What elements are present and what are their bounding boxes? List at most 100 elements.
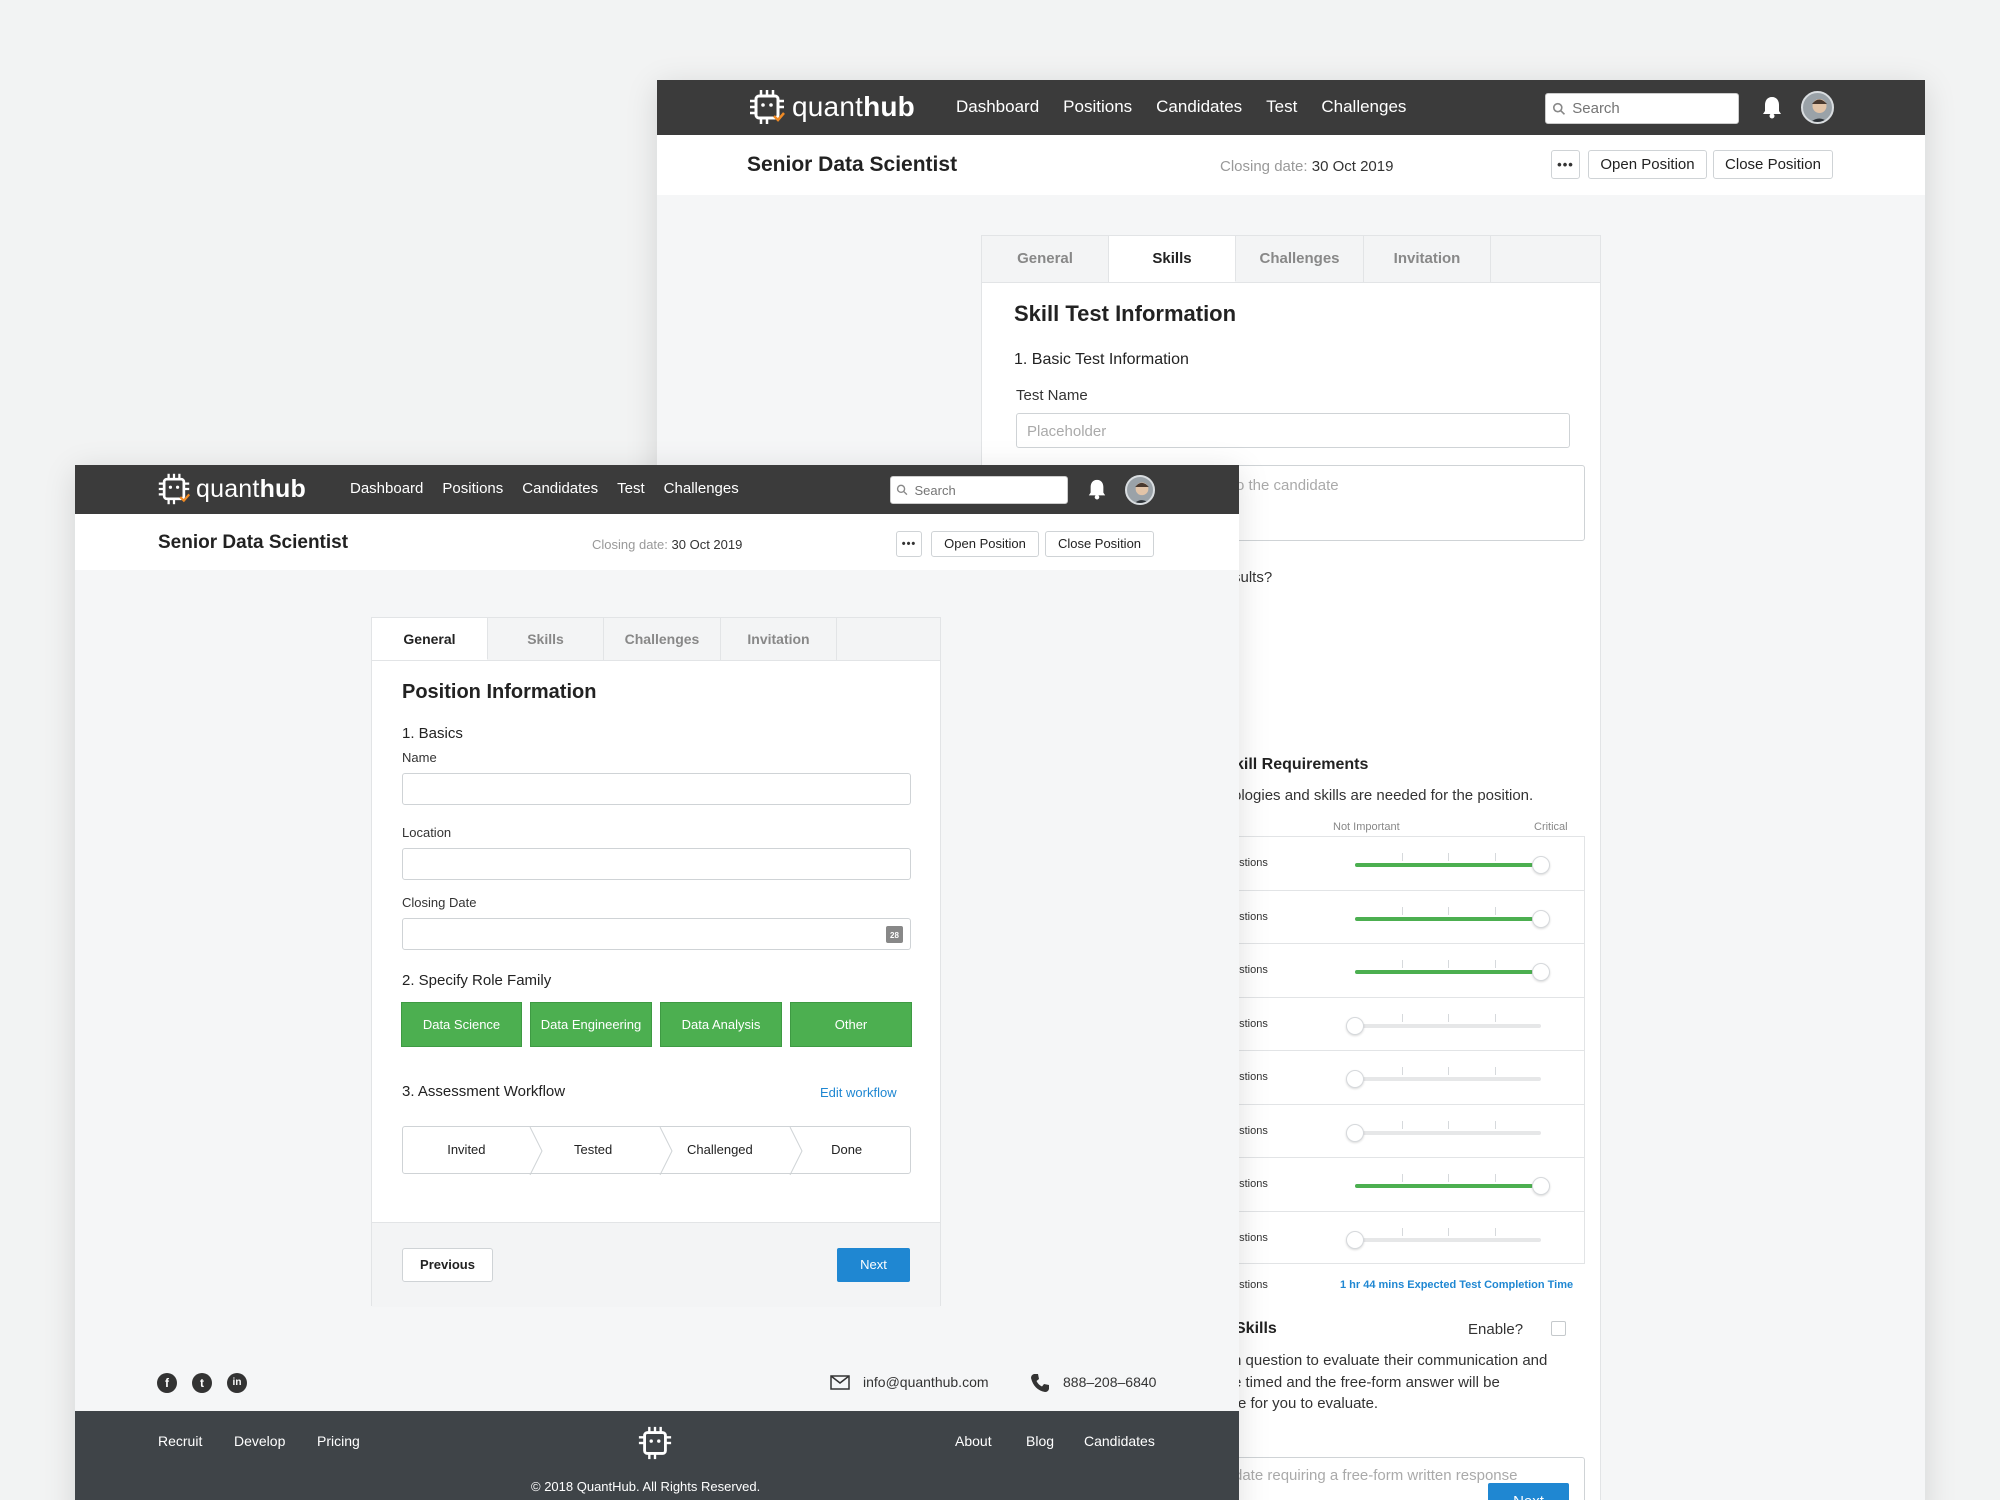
search-box[interactable]: [890, 476, 1068, 504]
footer-link-candidates[interactable]: Candidates: [1084, 1433, 1155, 1449]
open-position-button[interactable]: Open Position: [1588, 150, 1707, 179]
skill-slider[interactable]: [1355, 906, 1550, 928]
skill-slider[interactable]: [1346, 1067, 1541, 1088]
twitter-icon[interactable]: t: [192, 1373, 212, 1393]
skill-slider[interactable]: [1346, 1013, 1541, 1035]
avatar[interactable]: [1801, 91, 1834, 124]
more-options-button[interactable]: •••: [1551, 150, 1580, 179]
nav-positions[interactable]: Positions: [442, 480, 503, 497]
search-icon: [896, 484, 908, 496]
tab-invitation[interactable]: Invitation: [1364, 236, 1491, 282]
slider-tick: [1448, 906, 1449, 915]
footer-link-blog[interactable]: Blog: [1026, 1433, 1054, 1449]
slider-fill: [1355, 1184, 1533, 1188]
role-family-heading: 2. Specify Role Family: [402, 972, 552, 989]
instructions-textarea[interactable]: o the candidate: [1221, 465, 1585, 541]
tab-skills[interactable]: Skills: [1109, 236, 1236, 282]
slider-handle[interactable]: [1346, 1070, 1364, 1088]
footer-link-about[interactable]: About: [955, 1433, 992, 1449]
role-data-science[interactable]: Data Science: [401, 1002, 522, 1047]
skill-slider[interactable]: [1346, 1120, 1541, 1142]
skill-slider[interactable]: [1346, 1227, 1541, 1249]
nav-challenges[interactable]: Challenges: [1321, 97, 1406, 117]
tab-challenges[interactable]: Challenges: [1236, 236, 1364, 282]
skill-slider[interactable]: [1355, 853, 1550, 874]
basic-test-heading: 1. Basic Test Information: [1014, 351, 1189, 368]
top-nav: quanthub Dashboard Positions Candidates …: [75, 465, 1239, 514]
footer-link-recruit[interactable]: Recruit: [158, 1433, 202, 1449]
previous-button[interactable]: Previous: [402, 1248, 493, 1282]
skill-slider[interactable]: [1355, 960, 1550, 981]
tab-bar: General Skills Challenges Invitation: [982, 236, 1600, 283]
skill-row: estions: [1221, 1105, 1585, 1158]
role-data-analysis[interactable]: Data Analysis: [660, 1002, 782, 1047]
test-name-input[interactable]: Placeholder: [1016, 413, 1570, 448]
slider-handle[interactable]: [1532, 1177, 1550, 1195]
footer-email[interactable]: info@quanthub.com: [863, 1374, 989, 1390]
close-position-button[interactable]: Close Position: [1045, 531, 1154, 557]
nav-challenges[interactable]: Challenges: [664, 480, 739, 497]
role-other[interactable]: Other: [790, 1002, 912, 1047]
role-data-engineering[interactable]: Data Engineering: [530, 1002, 652, 1047]
test-name-placeholder: Placeholder: [1027, 423, 1107, 440]
name-input[interactable]: [402, 773, 911, 805]
general-card: General Skills Challenges Invitation Pos…: [371, 617, 941, 1307]
facebook-icon[interactable]: f: [157, 1373, 177, 1393]
logo[interactable]: quanthub: [748, 88, 915, 126]
slider-tick: [1401, 1120, 1403, 1129]
slider-handle[interactable]: [1532, 963, 1550, 981]
avatar[interactable]: [1125, 475, 1155, 505]
workflow-step-tested: Tested: [573, 1142, 613, 1157]
slider-handle[interactable]: [1346, 1123, 1364, 1142]
closing-date-input[interactable]: 28: [402, 918, 911, 950]
tab-invitation[interactable]: Invitation: [721, 618, 837, 660]
nav-test[interactable]: Test: [617, 480, 645, 497]
nav-dashboard[interactable]: Dashboard: [956, 97, 1039, 117]
slider-handle[interactable]: [1532, 909, 1550, 928]
tab-bar: General Skills Challenges Invitation: [372, 618, 940, 661]
search-box[interactable]: [1545, 93, 1739, 124]
logo[interactable]: quanthub: [157, 472, 306, 506]
name-label: Name: [402, 750, 437, 765]
test-name-label: Test Name: [1016, 387, 1088, 404]
calendar-icon[interactable]: 28: [886, 926, 903, 943]
nav-positions[interactable]: Positions: [1063, 97, 1132, 117]
bell-icon[interactable]: [1761, 95, 1783, 119]
search-input[interactable]: [914, 482, 1067, 498]
user-avatar-icon: [1810, 99, 1828, 122]
tab-general[interactable]: General: [982, 236, 1109, 282]
slider-handle[interactable]: [1532, 856, 1550, 874]
nav-candidates[interactable]: Candidates: [1156, 97, 1242, 117]
basics-heading: 1. Basics: [402, 725, 463, 742]
closing-date: Closing date: 30 Oct 2019: [1220, 158, 1394, 175]
skill-row: estions: [1221, 837, 1585, 891]
footer-link-pricing[interactable]: Pricing: [317, 1433, 360, 1449]
chip-logo-icon: [158, 473, 191, 505]
slider-handle[interactable]: [1346, 1016, 1364, 1035]
more-options-button[interactable]: •••: [896, 531, 922, 557]
linkedin-icon[interactable]: in: [227, 1373, 247, 1393]
tab-challenges[interactable]: Challenges: [604, 618, 721, 660]
general-window: quanthub Dashboard Positions Candidates …: [75, 465, 1239, 1500]
close-position-button[interactable]: Close Position: [1713, 150, 1833, 179]
skill-slider[interactable]: [1355, 1174, 1550, 1195]
slider-tick: [1494, 906, 1496, 915]
tab-general[interactable]: General: [372, 618, 488, 660]
nav-candidates[interactable]: Candidates: [522, 480, 598, 497]
skills-next-button[interactable]: Next: [1488, 1483, 1569, 1500]
bell-icon[interactable]: [1087, 478, 1107, 500]
next-button[interactable]: Next: [837, 1248, 910, 1282]
open-position-button[interactable]: Open Position: [931, 531, 1039, 557]
slider-handle[interactable]: [1346, 1230, 1364, 1249]
location-input[interactable]: [402, 848, 911, 880]
footer-link-develop[interactable]: Develop: [234, 1433, 285, 1449]
footer-phone[interactable]: 888–208–6840: [1063, 1374, 1156, 1390]
section-heading: Position Information: [402, 681, 597, 703]
nav-test[interactable]: Test: [1266, 97, 1297, 117]
search-input[interactable]: [1572, 100, 1738, 117]
slider-fill: [1355, 863, 1533, 867]
tab-skills[interactable]: Skills: [488, 618, 604, 660]
enable-checkbox[interactable]: [1551, 1321, 1566, 1336]
nav-dashboard[interactable]: Dashboard: [350, 480, 423, 497]
edit-workflow-link[interactable]: Edit workflow: [820, 1085, 897, 1100]
